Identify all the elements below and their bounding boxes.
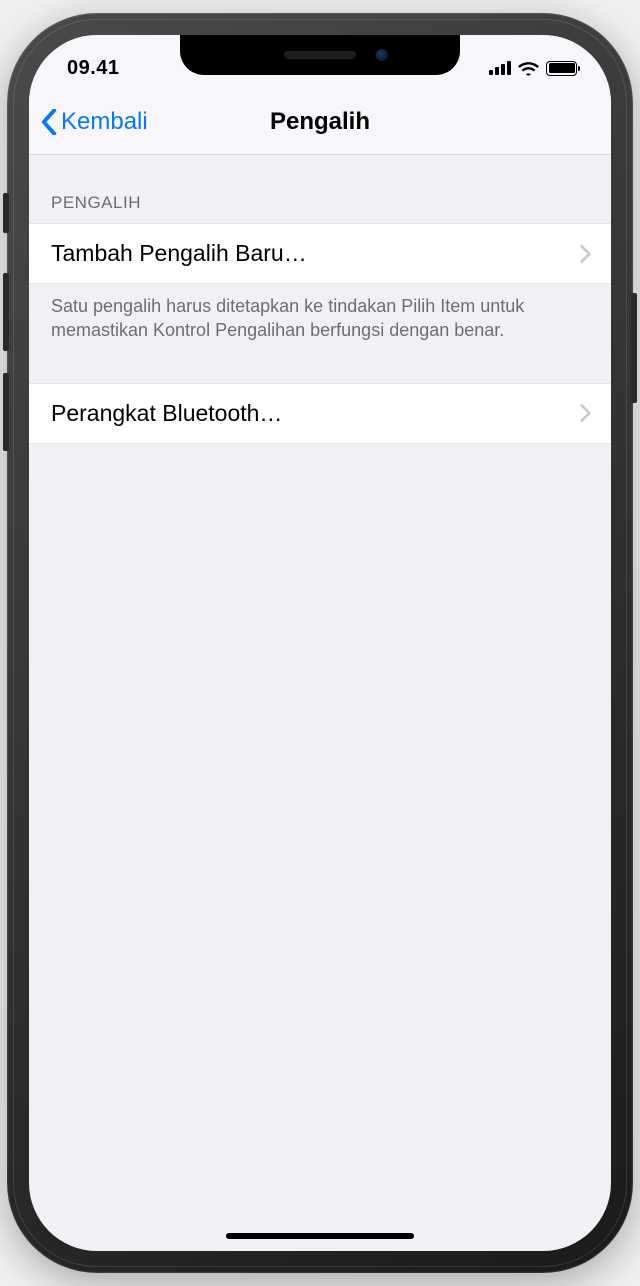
navigation-bar: Kembali Pengalih [29,89,611,155]
section-header-pengalih: PENGALIH [29,155,611,223]
content-area: PENGALIH Tambah Pengalih Baru… Satu peng… [29,155,611,444]
screen: 09.41 Kembali Pengalih PENGALIH Tambah [29,35,611,1251]
back-button[interactable]: Kembali [41,108,148,136]
home-indicator[interactable] [226,1233,414,1239]
back-label: Kembali [61,108,148,136]
chevron-right-icon [580,245,591,263]
volume-up-button [3,273,9,351]
status-right [489,61,577,76]
front-camera [376,49,388,61]
volume-down-button [3,373,9,451]
cellular-signal-icon [489,61,511,75]
page-title: Pengalih [270,108,370,136]
speaker-grille [284,51,356,59]
bluetooth-devices-label: Perangkat Bluetooth… [51,400,282,427]
status-time: 09.41 [67,57,120,80]
power-button [631,293,637,403]
add-new-switch-cell[interactable]: Tambah Pengalih Baru… [29,223,611,284]
chevron-left-icon [41,109,57,135]
silence-switch [3,193,9,233]
notch [180,35,460,75]
section-footer-text: Satu pengalih harus ditetapkan ke tindak… [29,284,611,343]
wifi-icon [518,61,539,76]
spacer [29,343,611,383]
battery-icon [546,61,577,76]
phone-frame: 09.41 Kembali Pengalih PENGALIH Tambah [7,13,633,1273]
bluetooth-devices-cell[interactable]: Perangkat Bluetooth… [29,383,611,444]
add-new-switch-label: Tambah Pengalih Baru… [51,240,307,267]
chevron-right-icon [580,404,591,422]
